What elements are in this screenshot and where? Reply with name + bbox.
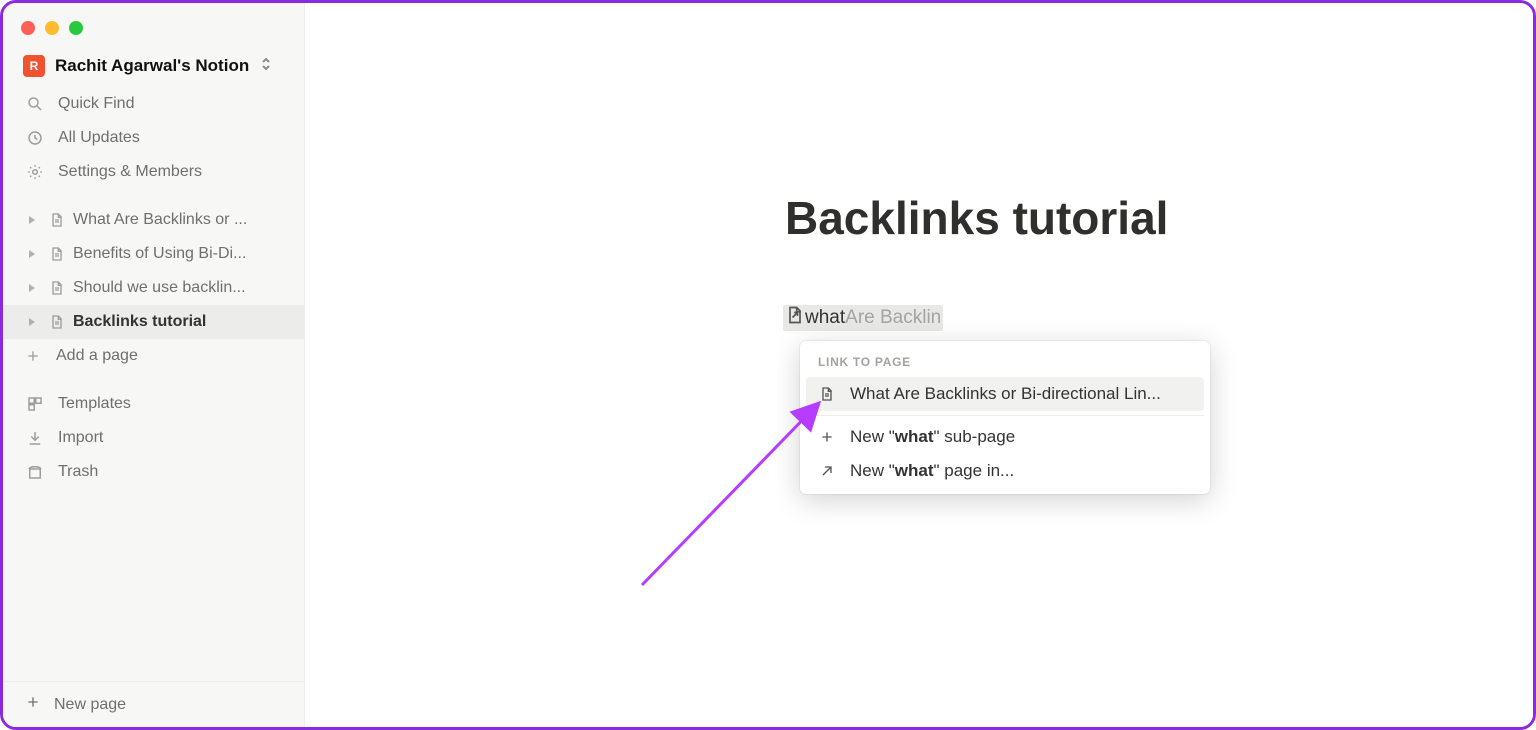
quick-find-label: Quick Find xyxy=(58,95,290,113)
all-updates-label: All Updates xyxy=(58,129,290,147)
sidebar-page-backlinks-tutorial[interactable]: Backlinks tutorial xyxy=(3,305,304,339)
page-title[interactable]: Backlinks tutorial xyxy=(785,191,1168,245)
import[interactable]: Import xyxy=(3,421,304,455)
sidebar-page-should-we-use[interactable]: Should we use backlin... xyxy=(3,271,304,305)
popup-new-sub-page[interactable]: New "what" sub-page xyxy=(806,420,1204,454)
import-label: Import xyxy=(58,429,290,447)
trash-icon xyxy=(25,463,45,481)
minimize-window-button[interactable] xyxy=(45,21,59,35)
trash-label: Trash xyxy=(58,463,290,481)
add-a-page-label: Add a page xyxy=(56,347,290,365)
templates-icon xyxy=(25,395,45,413)
plus-icon xyxy=(818,429,836,445)
workspace-name: Rachit Agarwal's Notion xyxy=(55,56,249,76)
disclosure-triangle-icon[interactable] xyxy=(23,317,41,327)
quick-find[interactable]: Quick Find xyxy=(3,87,304,121)
link-page-icon xyxy=(785,305,805,331)
add-a-page[interactable]: Add a page xyxy=(3,339,304,373)
app-window: R Rachit Agarwal's Notion Quick Find All… xyxy=(0,0,1536,730)
gear-icon xyxy=(25,163,45,181)
page-label: Should we use backlin... xyxy=(73,279,290,297)
disclosure-triangle-icon[interactable] xyxy=(23,215,41,225)
page-icon xyxy=(47,245,67,263)
workspace-avatar: R xyxy=(23,55,45,77)
inline-page-link-input[interactable]: what Are Backlin xyxy=(783,305,943,331)
page-icon xyxy=(47,279,67,297)
popup-new-page-in[interactable]: New "what" page in... xyxy=(806,454,1204,488)
sidebar-utilities: Templates Import Trash xyxy=(3,387,304,489)
new-page-label: New page xyxy=(54,696,126,714)
inline-link-autocomplete-ghost: Are Backlin xyxy=(845,307,941,329)
up-down-chevron-icon xyxy=(259,56,273,77)
plus-icon xyxy=(25,694,41,715)
page-label: Backlinks tutorial xyxy=(73,313,290,331)
inline-link-typed-text: what xyxy=(805,307,845,329)
sidebar-pages: What Are Backlinks or ... Benefits of Us… xyxy=(3,203,304,373)
disclosure-triangle-icon[interactable] xyxy=(23,249,41,259)
plus-icon xyxy=(23,348,43,364)
popup-result-page[interactable]: What Are Backlinks or Bi-directional Lin… xyxy=(806,377,1204,411)
download-icon xyxy=(25,429,45,447)
page-icon xyxy=(818,385,836,403)
popup-new-sub-page-label: New "what" sub-page xyxy=(850,427,1015,447)
workspace-switcher[interactable]: R Rachit Agarwal's Notion xyxy=(3,39,304,87)
zoom-window-button[interactable] xyxy=(69,21,83,35)
settings-members-label: Settings & Members xyxy=(58,163,290,181)
clock-icon xyxy=(25,129,45,147)
arrow-up-right-icon xyxy=(818,463,836,479)
popup-divider xyxy=(806,415,1204,416)
sidebar-page-what-are-backlinks[interactable]: What Are Backlinks or ... xyxy=(3,203,304,237)
link-to-page-popup: LINK TO PAGE What Are Backlinks or Bi-di… xyxy=(800,341,1210,494)
page-icon xyxy=(47,313,67,331)
popup-new-page-in-label: New "what" page in... xyxy=(850,461,1014,481)
trash[interactable]: Trash xyxy=(3,455,304,489)
page-label: What Are Backlinks or ... xyxy=(73,211,290,229)
popup-result-label: What Are Backlinks or Bi-directional Lin… xyxy=(850,384,1161,404)
templates[interactable]: Templates xyxy=(3,387,304,421)
editor-area[interactable]: Backlinks tutorial what Are Backlin LINK… xyxy=(305,3,1533,727)
page-label: Benefits of Using Bi-Di... xyxy=(73,245,290,263)
search-icon xyxy=(25,95,45,113)
settings-members[interactable]: Settings & Members xyxy=(3,155,304,189)
sidebar-page-benefits[interactable]: Benefits of Using Bi-Di... xyxy=(3,237,304,271)
templates-label: Templates xyxy=(58,395,290,413)
new-page-button[interactable]: New page xyxy=(3,681,304,727)
window-controls xyxy=(3,11,304,39)
disclosure-triangle-icon[interactable] xyxy=(23,283,41,293)
page-icon xyxy=(47,211,67,229)
popup-heading: LINK TO PAGE xyxy=(806,351,1204,377)
close-window-button[interactable] xyxy=(21,21,35,35)
sidebar: R Rachit Agarwal's Notion Quick Find All… xyxy=(3,3,305,727)
all-updates[interactable]: All Updates xyxy=(3,121,304,155)
